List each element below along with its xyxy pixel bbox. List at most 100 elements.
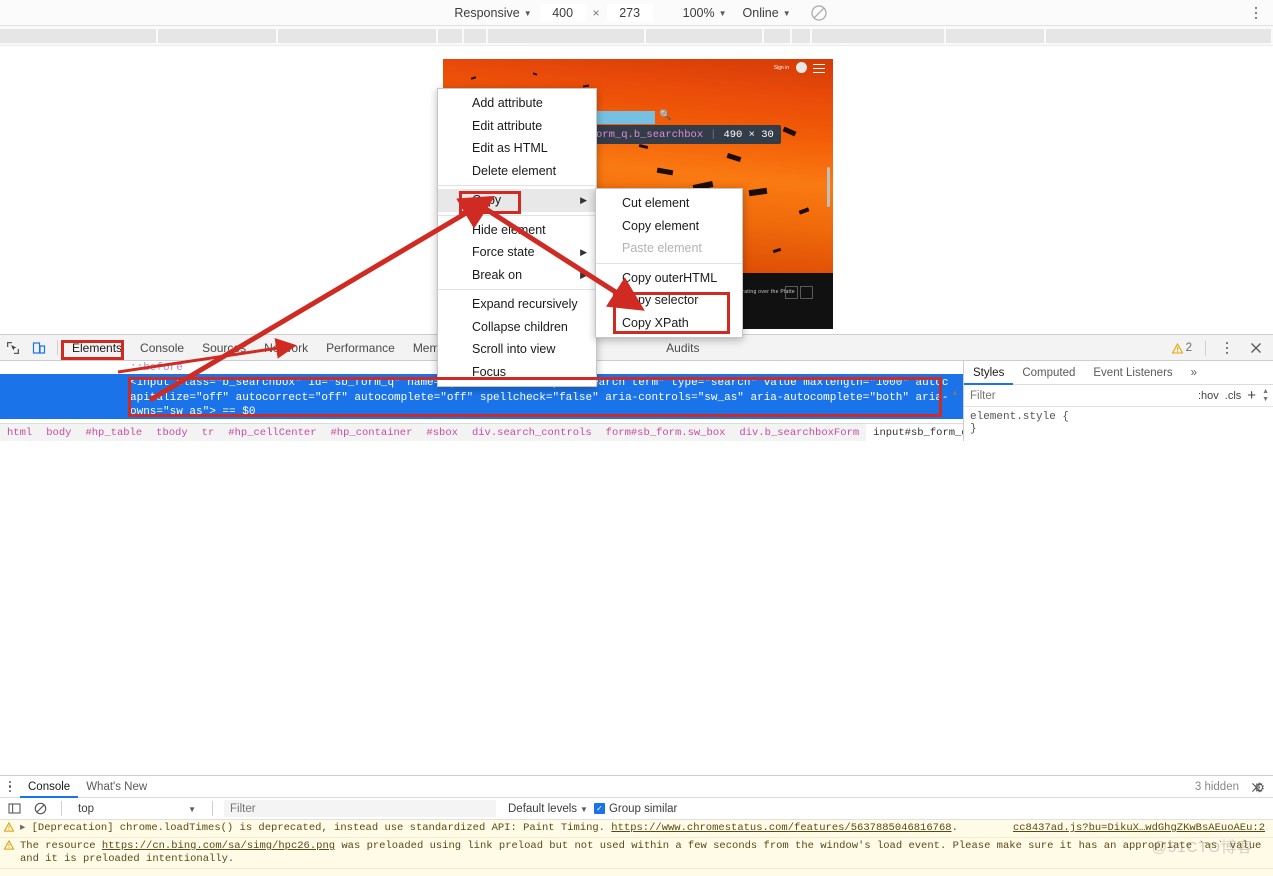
submenu-item-copy-outerhtml[interactable]: Copy outerHTML bbox=[596, 267, 742, 290]
viewport-height-input[interactable] bbox=[606, 3, 653, 22]
add-style-rule-icon[interactable]: + bbox=[1247, 387, 1256, 404]
pseudo-before-node[interactable]: ::before bbox=[130, 362, 183, 374]
no-throttling-icon[interactable] bbox=[810, 4, 827, 21]
group-similar-checkbox[interactable]: ✓ bbox=[593, 803, 605, 814]
tab-audits[interactable]: Audits bbox=[657, 335, 708, 361]
element-style-rule[interactable]: element.style { } bbox=[964, 407, 1273, 439]
tab-styles[interactable]: Styles bbox=[964, 361, 1013, 385]
clear-console-icon[interactable] bbox=[30, 796, 50, 822]
styles-sidebar-tabs: Styles Computed Event Listeners » bbox=[964, 361, 1273, 385]
devtools-panel: Elements Console Sources Network Perform… bbox=[0, 334, 1273, 876]
context-menu-item-edit-as-html[interactable]: Edit as HTML bbox=[438, 137, 596, 160]
tab-network[interactable]: Network bbox=[255, 335, 317, 361]
viewport-width-input[interactable] bbox=[539, 3, 586, 22]
message-expander[interactable]: ▸ bbox=[20, 822, 25, 834]
message-link[interactable]: https://cn.bing.com/sa/simg/hpc26.png bbox=[102, 840, 335, 852]
zoom-level-label: 100% bbox=[682, 5, 715, 20]
context-menu-item-collapse-children[interactable]: Collapse children bbox=[438, 316, 596, 339]
tab-performance[interactable]: Performance bbox=[317, 335, 404, 361]
context-menu-item-force-state[interactable]: Force state ▶ bbox=[438, 241, 596, 264]
context-menu-item-hide-element[interactable]: Hide element bbox=[438, 219, 596, 242]
context-menu-item-focus[interactable]: Focus bbox=[438, 361, 596, 384]
console-filter-input[interactable] bbox=[224, 800, 496, 817]
message-link[interactable]: https://www.chromestatus.com/features/56… bbox=[611, 822, 951, 834]
breadcrumb-item-sbox[interactable]: #sbox bbox=[419, 427, 465, 439]
more-tools-icon[interactable] bbox=[1214, 335, 1240, 361]
breadcrumb-item-hp-container[interactable]: #hp_container bbox=[324, 427, 420, 439]
breadcrumb-item-searchbox-input[interactable]: input#sb_form_q.b_searchbox bbox=[866, 424, 963, 441]
styles-scroll-arrows[interactable]: ▲ ▼ bbox=[1262, 388, 1269, 403]
breadcrumb-item-tbody[interactable]: tbody bbox=[149, 427, 195, 439]
styles-filter-input[interactable] bbox=[968, 387, 1192, 404]
zoom-select[interactable]: 100% ▼ bbox=[675, 3, 735, 23]
console-context-select[interactable]: top ▼ bbox=[73, 800, 201, 817]
menu-item-label: Add attribute bbox=[472, 96, 543, 110]
element-context-menu[interactable]: Add attribute Edit attribute Edit as HTM… bbox=[437, 88, 597, 387]
dimension-separator: × bbox=[592, 5, 600, 20]
submenu-item-copy-element[interactable]: Copy element bbox=[596, 215, 742, 238]
bird bbox=[470, 76, 477, 80]
close-devtools-icon[interactable] bbox=[1243, 335, 1269, 361]
context-menu-item-scroll-into-view[interactable]: Scroll into view bbox=[438, 338, 596, 361]
chevron-down-icon: ▼ bbox=[188, 805, 196, 814]
scroll-up-icon[interactable]: ▲ bbox=[953, 389, 958, 398]
hamburger-menu-icon[interactable] bbox=[813, 64, 825, 73]
context-menu-item-edit-attribute[interactable]: Edit attribute bbox=[438, 115, 596, 138]
console-message[interactable]: ▸ [Deprecation] chrome.loadTimes() is de… bbox=[0, 820, 1273, 838]
throttling-select[interactable]: Online ▼ bbox=[735, 3, 799, 23]
menu-item-label: Collapse children bbox=[472, 319, 568, 334]
console-message[interactable]: The resource https://cn.bing.com/sa/simg… bbox=[0, 838, 1273, 869]
warning-count-chip[interactable]: 2 bbox=[1171, 342, 1197, 354]
breadcrumb-item-hp-table[interactable]: #hp_table bbox=[78, 427, 149, 439]
console-settings-icon[interactable]: ⚙ bbox=[1253, 780, 1265, 796]
tab-computed[interactable]: Computed bbox=[1013, 361, 1084, 385]
avatar[interactable] bbox=[796, 62, 807, 73]
breadcrumb-item-body[interactable]: body bbox=[39, 427, 78, 439]
breadcrumb-item-hp-cellcenter[interactable]: #hp_cellCenter bbox=[221, 427, 323, 439]
chevron-down-icon: ▼ bbox=[718, 9, 727, 18]
submenu-item-copy-selector[interactable]: Copy selector bbox=[596, 289, 742, 312]
breadcrumb-item-tr[interactable]: tr bbox=[195, 427, 222, 439]
breadcrumb-item-search-controls[interactable]: div.search_controls bbox=[465, 427, 599, 439]
context-menu-item-delete-element[interactable]: Delete element bbox=[438, 160, 596, 183]
tab-console[interactable]: Console bbox=[131, 335, 193, 361]
tab-elements[interactable]: Elements bbox=[63, 335, 131, 361]
copy-submenu[interactable]: Cut element Copy element Paste element C… bbox=[595, 188, 743, 338]
group-similar-toggle[interactable]: ✓ Group similar bbox=[593, 803, 677, 815]
hero-prev-button[interactable] bbox=[785, 286, 798, 299]
page-scrollbar[interactable] bbox=[827, 167, 830, 207]
console-levels-select[interactable]: Default levels ▼ bbox=[508, 803, 588, 815]
submenu-item-cut-element[interactable]: Cut element bbox=[596, 192, 742, 215]
device-select[interactable]: Responsive ▼ bbox=[446, 3, 539, 23]
sign-in-link[interactable]: Sign in bbox=[774, 65, 789, 71]
breadcrumb-item-searchbox-form[interactable]: div.b_searchboxForm bbox=[732, 427, 866, 439]
toggle-device-toolbar-icon[interactable] bbox=[26, 335, 52, 361]
breadcrumb-item-sb-form[interactable]: form#sb_form.sw_box bbox=[599, 427, 733, 439]
drawer-tab-console[interactable]: Console bbox=[20, 776, 78, 798]
hero-next-button[interactable] bbox=[800, 286, 813, 299]
hov-button[interactable]: :hov bbox=[1198, 390, 1219, 402]
drawer-more-icon[interactable] bbox=[0, 776, 20, 798]
drawer-tab-whats-new[interactable]: What's New bbox=[78, 776, 155, 798]
styles-tabs-overflow[interactable]: » bbox=[1182, 361, 1206, 385]
context-menu-item-break-on[interactable]: Break on ▶ bbox=[438, 264, 596, 287]
inspect-element-icon[interactable] bbox=[0, 335, 26, 361]
console-drawer: Console What's New top ▼ Filter Default … bbox=[0, 775, 1273, 876]
context-menu-item-expand-recursively[interactable]: Expand recursively bbox=[438, 293, 596, 316]
breadcrumb[interactable]: html body #hp_table tbody tr #hp_cellCen… bbox=[0, 423, 963, 441]
message-source-link[interactable]: cc8437ad.js?bu=DikuX…wdGhgZKwBsAEuoAEu:2 bbox=[1013, 822, 1265, 835]
context-menu-item-add-attribute[interactable]: Add attribute bbox=[438, 92, 596, 115]
breadcrumb-item-html[interactable]: html bbox=[0, 427, 39, 439]
tooltip-size: 490 × 30 bbox=[723, 128, 774, 141]
more-options-icon[interactable] bbox=[1247, 3, 1265, 23]
tab-event-listeners[interactable]: Event Listeners bbox=[1084, 361, 1181, 385]
menu-item-label: Copy outerHTML bbox=[622, 270, 718, 285]
submenu-item-copy-xpath[interactable]: Copy XPath bbox=[596, 312, 742, 335]
context-menu-item-copy[interactable]: Copy ▶ bbox=[438, 189, 596, 212]
cls-button[interactable]: .cls bbox=[1225, 390, 1242, 402]
tab-sources[interactable]: Sources bbox=[193, 335, 255, 361]
elements-scroll-arrows[interactable]: ▲ ▼ bbox=[949, 387, 961, 423]
submenu-arrow-icon: ▶ bbox=[580, 195, 587, 205]
magnifier-icon[interactable]: 🔍 bbox=[659, 110, 671, 121]
console-sidebar-icon[interactable] bbox=[4, 796, 24, 822]
